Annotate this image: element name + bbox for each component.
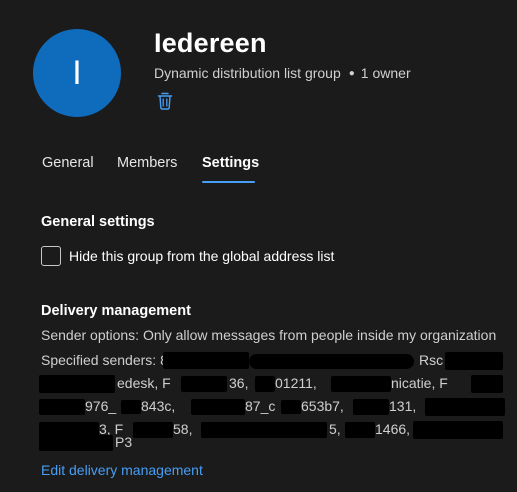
specified-senders-line-3: 976_ 843c, 87_c 653b7, 131, bbox=[39, 396, 505, 418]
redaction-block bbox=[39, 399, 85, 415]
sender-fragment: 131, bbox=[389, 398, 417, 414]
sender-options-text: Sender options: Only allow messages from… bbox=[41, 327, 497, 343]
group-details-panel: I Iedereen Dynamic distribution list gro… bbox=[0, 0, 517, 492]
group-type: Dynamic distribution list group bbox=[154, 65, 341, 81]
redaction-block bbox=[121, 400, 141, 414]
sender-fragment: 01211, bbox=[275, 375, 317, 391]
active-tab-indicator bbox=[202, 181, 255, 183]
trash-icon[interactable] bbox=[157, 92, 173, 110]
delivery-management-heading: Delivery management bbox=[41, 303, 191, 319]
sender-fragment: edesk, F bbox=[117, 375, 171, 391]
specified-senders-line-5: P3 bbox=[39, 432, 501, 454]
hide-from-gal-label: Hide this group from the global address … bbox=[69, 248, 335, 264]
redaction-block bbox=[39, 435, 113, 451]
redaction-block bbox=[471, 375, 503, 393]
specified-senders-label: Specified senders: 8 bbox=[41, 352, 168, 368]
sender-fragment: 36, bbox=[229, 375, 249, 391]
general-settings-heading: General settings bbox=[41, 214, 155, 230]
redaction-block bbox=[181, 376, 227, 392]
specified-senders-line-2: edesk, F 36, 01211, nicatie, F bbox=[39, 373, 503, 395]
redaction-block bbox=[191, 399, 245, 415]
sender-fragment: nicatie, F bbox=[391, 375, 448, 391]
sender-fragment: 976_ bbox=[85, 398, 117, 414]
tab-general[interactable]: General bbox=[42, 155, 94, 171]
sender-fragment: Rsc bbox=[419, 352, 444, 368]
owner-count: 1 owner bbox=[360, 65, 411, 81]
group-subtitle: Dynamic distribution list group ● 1 owner bbox=[154, 65, 411, 81]
redaction-block bbox=[255, 376, 275, 392]
redaction-block bbox=[445, 352, 503, 370]
sender-fragment: P3 bbox=[115, 434, 133, 450]
specified-senders-line-1: Specified senders: 8 Rsc bbox=[41, 350, 503, 372]
sender-fragment: 87_c bbox=[245, 398, 276, 414]
redaction-block bbox=[163, 352, 249, 369]
separator-dot: ● bbox=[348, 68, 355, 79]
redaction-block bbox=[281, 400, 301, 414]
tab-settings[interactable]: Settings bbox=[202, 155, 259, 171]
redaction-block bbox=[39, 375, 115, 393]
edit-delivery-management-link[interactable]: Edit delivery management bbox=[41, 462, 203, 478]
sender-fragment: 653b7, bbox=[301, 398, 344, 414]
hide-from-gal-checkbox[interactable] bbox=[41, 246, 61, 266]
redaction-block bbox=[425, 398, 505, 416]
redaction-block bbox=[353, 399, 389, 415]
avatar-initial: I bbox=[72, 53, 82, 92]
redaction-block bbox=[249, 354, 414, 369]
redaction-block bbox=[331, 376, 391, 392]
sender-fragment: 843c, bbox=[141, 398, 176, 414]
tab-members[interactable]: Members bbox=[117, 155, 177, 171]
group-avatar: I bbox=[33, 29, 121, 117]
hide-from-gal-option[interactable]: Hide this group from the global address … bbox=[41, 246, 334, 266]
group-name: Iedereen bbox=[154, 28, 267, 58]
